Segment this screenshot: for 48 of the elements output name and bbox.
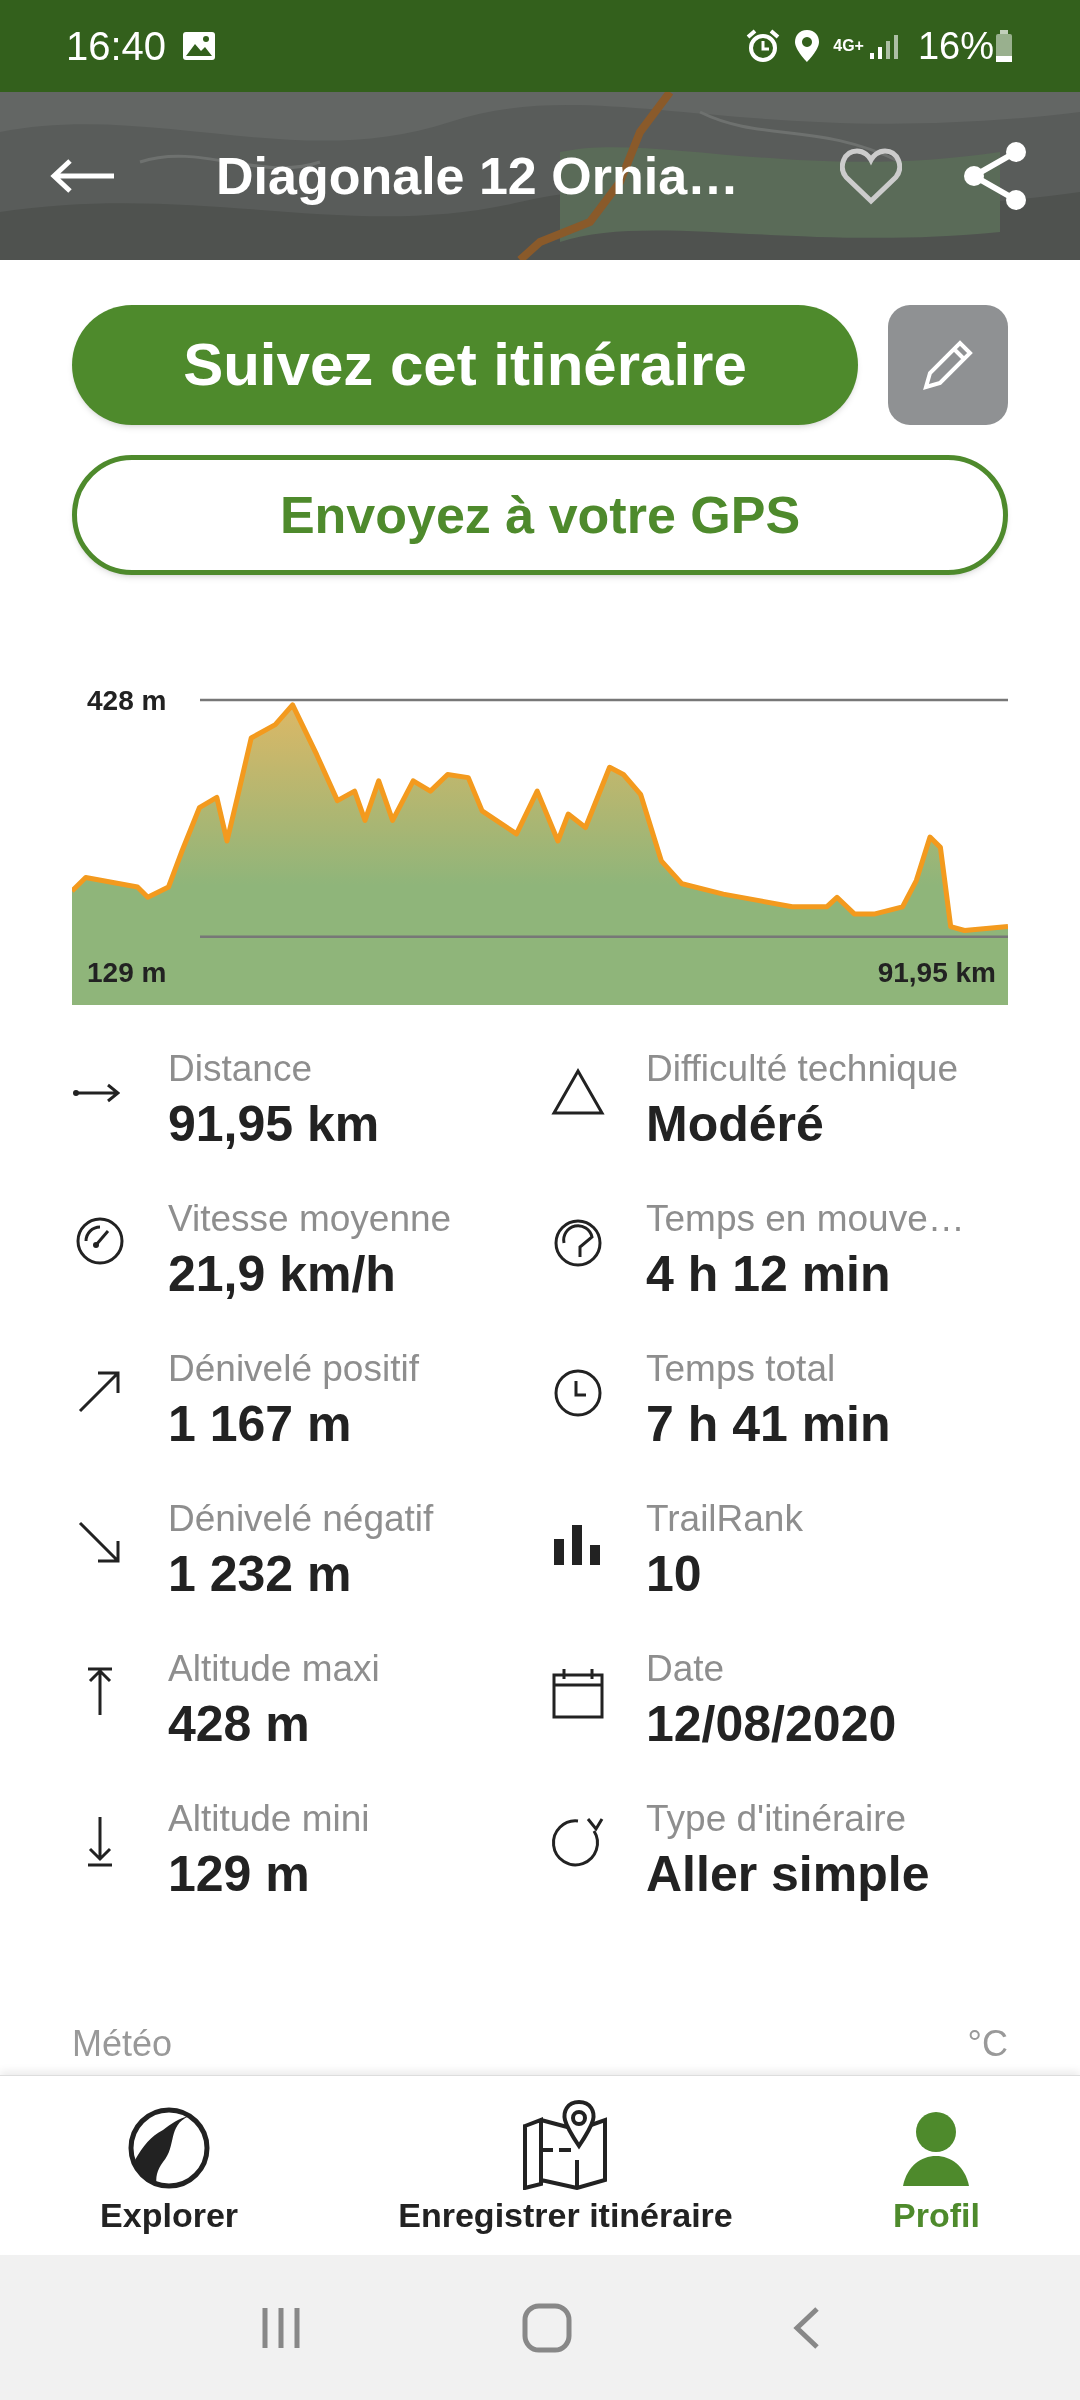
distance-label: 91,95 km [877, 956, 996, 988]
compass-logo-icon [127, 2105, 212, 2190]
edit-button[interactable] [888, 305, 1008, 425]
distance-arrow-icon [72, 1083, 120, 1103]
nav-tab[interactable]: Profil [885, 2090, 988, 2241]
battery-percent: 16% [917, 23, 994, 69]
weather-label: Météo [72, 2022, 173, 2066]
stat-label: Altitude maxi [168, 1647, 380, 1691]
stat-value: 12/08/2020 [646, 1695, 897, 1754]
image-icon [182, 31, 217, 61]
stat-value: 91,95 km [168, 1095, 380, 1154]
stat-label: Distance [168, 1047, 313, 1091]
stat-value: 129 m [168, 1845, 311, 1904]
stat-value: Aller simple [646, 1845, 930, 1904]
stat-value: 7 h 41 min [646, 1395, 891, 1454]
stat-value: 4 h 12 min [646, 1245, 892, 1304]
heart-icon[interactable] [840, 147, 902, 205]
battery-icon [994, 29, 1014, 63]
alarm-icon [745, 28, 782, 64]
stat-label: Dénivelé positif [168, 1347, 419, 1391]
stat-label: Temps en mouve… [646, 1197, 965, 1241]
stat-value: Modéré [646, 1095, 825, 1154]
stat-label: Dénivelé négatif [168, 1497, 434, 1541]
clock-time: 16:40 [66, 23, 167, 70]
nav-tab[interactable]: Explorer [92, 2090, 247, 2241]
network-label: 4G+ [833, 38, 864, 54]
stat-value: 10 [646, 1545, 703, 1604]
stat-label: Vitesse moyenne [168, 1197, 452, 1241]
stat-label: Date [646, 1647, 726, 1691]
stat-value: 428 m [168, 1695, 311, 1754]
altitude-label: 129 m [87, 956, 167, 988]
stat-label: Temps total [646, 1347, 837, 1391]
stat-label: TrailRank [646, 1497, 803, 1541]
follow-route-button[interactable]: Suivez cet itinéraire [72, 305, 858, 425]
send-to-gps-button[interactable]: Envoyez à votre GPS [72, 455, 1008, 575]
temperature-unit: °C [967, 2022, 1008, 2066]
stat-label: Difficulté technique [646, 1047, 958, 1091]
stat-label: Type d'itinéraire [646, 1797, 908, 1841]
page-title: Diagonale 12 Ornia… [216, 146, 740, 207]
location-icon [793, 28, 822, 64]
home-icon[interactable] [522, 2302, 572, 2353]
stat-value: 1 232 m [168, 1545, 353, 1604]
stat-label: Altitude mini [168, 1797, 370, 1841]
stat-value: 1 167 m [168, 1395, 353, 1454]
back-arrow-icon[interactable] [50, 158, 116, 194]
nav-tab[interactable]: Enregistrer itinéraire [390, 2090, 741, 2241]
altitude-label: 428 m [87, 685, 167, 716]
stat-value: 21,9 km/h [168, 1245, 397, 1304]
